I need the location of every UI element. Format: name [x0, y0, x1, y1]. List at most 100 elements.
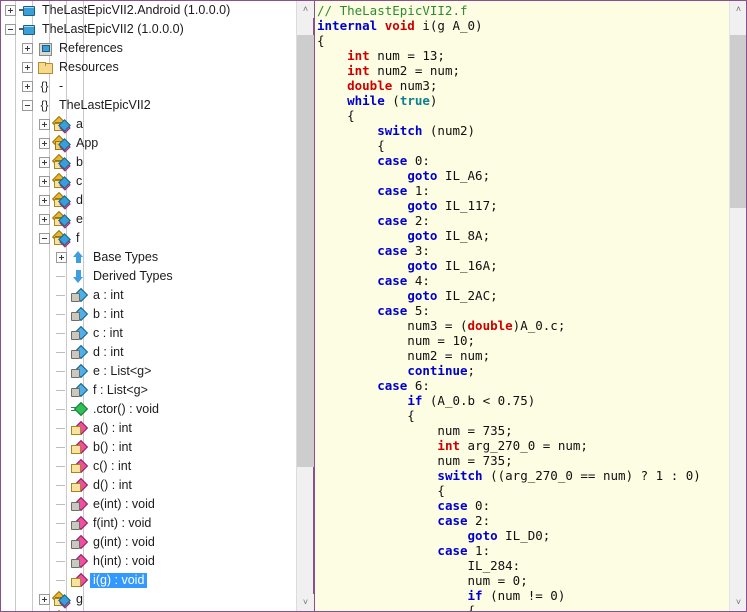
tree-leaf-connector [56, 271, 67, 282]
code-line: num = 10; [317, 333, 476, 348]
tree-node[interactable]: TheLastEpicVII2 (1.0.0.0) [1, 20, 296, 39]
tree-leaf-connector [56, 499, 67, 510]
tree-scroll-up-button[interactable]: ˄ [297, 1, 314, 18]
expander-plus-icon[interactable] [22, 43, 33, 54]
tree-node-label: - [59, 79, 64, 93]
code-scroll-up-button[interactable]: ˄ [730, 1, 746, 18]
tree-scroll-down-button[interactable]: ˅ [297, 594, 314, 611]
method-private-icon [70, 515, 89, 531]
tree-leaf-connector [56, 575, 67, 586]
expander-minus-icon[interactable] [22, 100, 33, 111]
code-scrollbar-thumb[interactable] [730, 35, 746, 209]
assembly-icon [19, 22, 36, 37]
tree-node[interactable]: c() : int [1, 457, 296, 476]
code-line: case 1: [437, 543, 491, 558]
expander-plus-icon[interactable] [56, 252, 67, 263]
tree-node[interactable]: e [1, 210, 296, 229]
expander-plus-icon[interactable] [39, 119, 50, 130]
code-line: num = 735; [317, 423, 513, 438]
code-line: num = 735; [317, 453, 513, 468]
tree-node[interactable]: i(g) : void [1, 571, 296, 590]
tree-node-label: Base Types [93, 250, 159, 264]
code-line: goto IL_8A; [407, 228, 491, 243]
tree-node[interactable]: Base Types [1, 248, 296, 267]
tree-node[interactable]: References [1, 39, 296, 58]
tree-node[interactable]: Resources [1, 58, 296, 77]
tree-node-label: b() : int [93, 440, 132, 454]
tree-node[interactable]: h(int) : void [1, 552, 296, 571]
tree-node[interactable]: Derived Types [1, 267, 296, 286]
code-line: if (num != 0) [467, 588, 566, 603]
tree-node[interactable]: g [1, 590, 296, 609]
tree-node-label: References [59, 41, 123, 55]
code-line: double num3; [347, 78, 438, 93]
expander-minus-icon[interactable] [5, 24, 16, 35]
tree-node[interactable]: h [1, 609, 296, 611]
tree-node-label: b : int [93, 307, 124, 321]
tree-node-label: .ctor() : void [93, 402, 159, 416]
code-vertical-scrollbar[interactable]: ˄ ˅ [729, 1, 746, 611]
code-line: { [317, 33, 325, 48]
tree-node[interactable]: e : List<g> [1, 362, 296, 381]
tree-node[interactable]: .ctor() : void [1, 400, 296, 419]
tree-node-label: f : List<g> [93, 383, 148, 397]
tree-node[interactable]: TheLastEpicVII2 [1, 96, 296, 115]
tree-node[interactable]: a() : int [1, 419, 296, 438]
tree-leaf-connector [56, 309, 67, 320]
tree-node[interactable]: c : int [1, 324, 296, 343]
code-line: { [317, 138, 385, 153]
expander-plus-icon[interactable] [39, 138, 50, 149]
tree-node[interactable]: - [1, 77, 296, 96]
tree-node[interactable]: a [1, 115, 296, 134]
references-icon [36, 41, 53, 56]
code-text-area[interactable]: // TheLastEpicVII2.f internal void i(g A_… [315, 1, 729, 611]
namespace-icon [36, 98, 53, 113]
expander-plus-icon[interactable] [39, 594, 50, 605]
tree-node[interactable]: e(int) : void [1, 495, 296, 514]
assembly-explorer-pane: TheLastEpicVII2.Android (1.0.0.0) TheLast… [1, 1, 314, 611]
class-internal-icon [53, 212, 71, 229]
tree-node[interactable]: c [1, 172, 296, 191]
tree-node-label: f [76, 231, 80, 245]
tree-node[interactable]: b [1, 153, 296, 172]
code-line: case 3: [377, 243, 430, 258]
tree-node[interactable]: g(int) : void [1, 533, 296, 552]
tree-vertical-scrollbar[interactable]: ˄ ˅ [296, 1, 314, 611]
method-internal-icon [70, 439, 89, 455]
tree-node-label: e [76, 212, 83, 226]
field-private-icon [70, 382, 89, 398]
tree-node[interactable]: a : int [1, 286, 296, 305]
tree-node-label: TheLastEpicVII2 [59, 98, 151, 112]
code-scroll-down-button[interactable]: ˅ [730, 594, 746, 611]
tree-node-label: c [76, 174, 83, 188]
class-icon [53, 136, 71, 153]
tree-node[interactable]: f : List<g> [1, 381, 296, 400]
tree-node[interactable]: d : int [1, 343, 296, 362]
expander-plus-icon[interactable] [39, 176, 50, 187]
tree-node[interactable]: b() : int [1, 438, 296, 457]
tree-node-label: e : List<g> [93, 364, 152, 378]
tree-node[interactable]: f [1, 229, 296, 248]
tree-node[interactable]: TheLastEpicVII2.Android (1.0.0.0) [1, 1, 296, 20]
tree-node[interactable]: d [1, 191, 296, 210]
tree-node-label: d : int [93, 345, 124, 359]
tree-leaf-connector [56, 461, 67, 472]
tree-node[interactable]: App [1, 134, 296, 153]
tree-leaf-connector [56, 366, 67, 377]
tree-node[interactable]: f(int) : void [1, 514, 296, 533]
tree-node[interactable]: b : int [1, 305, 296, 324]
expander-plus-icon[interactable] [5, 5, 16, 16]
expander-plus-icon[interactable] [39, 214, 50, 225]
assembly-tree[interactable]: TheLastEpicVII2.Android (1.0.0.0) TheLast… [1, 1, 296, 611]
expander-plus-icon[interactable] [39, 157, 50, 168]
constructor-icon [70, 401, 89, 417]
tree-node-label: b [76, 155, 83, 169]
code-line: goto IL_D0; [467, 528, 551, 543]
expander-plus-icon[interactable] [22, 81, 33, 92]
tree-node[interactable]: d() : int [1, 476, 296, 495]
tree-scrollbar-thumb[interactable] [297, 35, 314, 468]
expander-plus-icon[interactable] [22, 62, 33, 73]
expander-plus-icon[interactable] [39, 195, 50, 206]
derived-types-icon [70, 269, 87, 284]
expander-minus-icon[interactable] [39, 233, 50, 244]
